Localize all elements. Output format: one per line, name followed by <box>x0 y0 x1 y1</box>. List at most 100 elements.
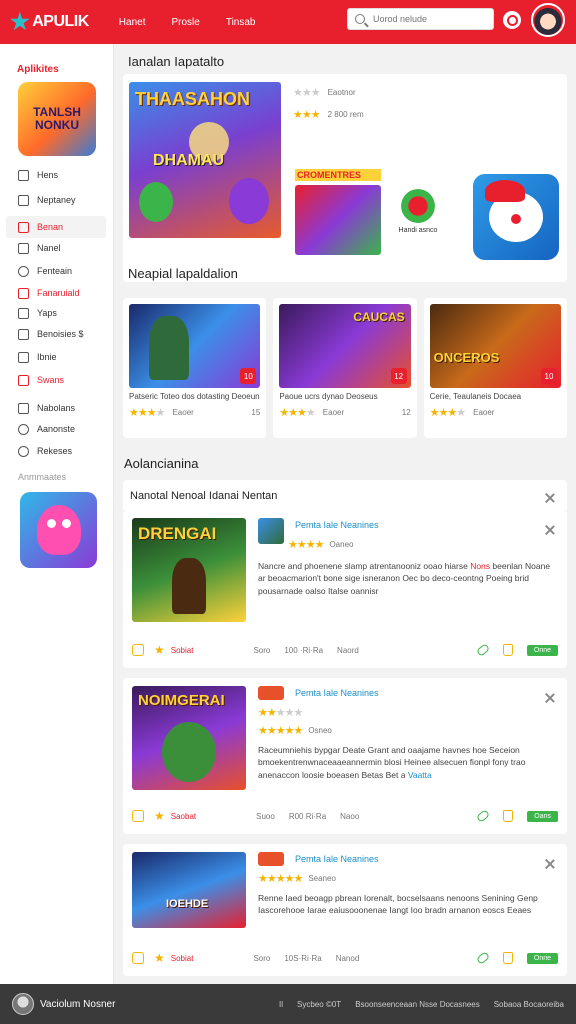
review-meta: Soro <box>253 953 271 963</box>
sidebar-item[interactable]: Yaps <box>6 302 106 324</box>
star-icon[interactable]: ★ <box>154 643 165 657</box>
search-box[interactable] <box>347 8 494 30</box>
mini-game-art[interactable]: CROMENTRES <box>295 169 381 261</box>
footer-link[interactable]: Sycbeo ©0T <box>297 1000 341 1009</box>
footer-link[interactable]: Il <box>279 1000 283 1009</box>
flag-icon[interactable] <box>132 952 144 964</box>
sidebar-item[interactable]: Neptaney <box>6 189 106 211</box>
like-icon[interactable] <box>503 810 514 822</box>
link-icon[interactable] <box>475 643 491 657</box>
link-icon[interactable] <box>475 951 491 965</box>
review-title[interactable]: Pemta Iale Neanines <box>295 854 379 864</box>
sidebar-item-label: Neptaney <box>37 195 76 205</box>
sidebar-item[interactable]: Hens <box>6 164 106 186</box>
bookmark-icon <box>18 402 29 414</box>
close-icon[interactable] <box>544 858 556 870</box>
sidebar-item[interactable]: Fanaruiald <box>6 282 106 304</box>
open-button[interactable]: Oans <box>527 810 558 822</box>
close-icon[interactable] <box>544 492 556 504</box>
game-card-meta: Eaoer <box>473 408 495 418</box>
game-card-meta: Eaoer <box>322 408 345 418</box>
review-art-title: DRENGAI <box>138 524 217 543</box>
featured-panel: THAASAHON DHAMAU ★★★ Eaotnor ★★★ 2 800 r… <box>123 74 567 282</box>
like-icon[interactable] <box>502 644 513 656</box>
sidebar-item-label: Fenteain <box>37 266 73 276</box>
open-button[interactable]: Onrie <box>526 952 558 964</box>
review-action[interactable]: Saobat <box>171 812 196 821</box>
open-button[interactable]: Onne <box>526 644 558 656</box>
sidebar-item[interactable]: Rekeses <box>6 440 106 462</box>
review-game-art[interactable]: NOIMGERAI <box>132 686 246 790</box>
mini-game-icon[interactable] <box>473 174 559 260</box>
footer-links: Il Sycbeo ©0T Bsoonseenceaan Nsse Docasn… <box>279 1000 564 1009</box>
footer-link[interactable]: Sobaoa Bocaoreiba <box>494 1000 564 1009</box>
flag-icon[interactable] <box>132 810 144 822</box>
search-icon <box>355 14 365 24</box>
character-shape <box>229 178 269 224</box>
hero-art-subtitle: DHAMAU <box>153 152 225 169</box>
sidebar-promo-art[interactable] <box>20 492 97 568</box>
rating-stars: ★★★★ <box>288 539 324 551</box>
close-icon[interactable] <box>544 692 556 704</box>
rating-stars: ★★★★ <box>129 407 165 420</box>
review-rating: ★★★★ Oaneo <box>288 538 353 551</box>
sidebar-item[interactable]: Aanonste <box>6 418 106 440</box>
footer-link[interactable]: Bsoonseenceaan Nsse Docasnees <box>355 1000 480 1009</box>
age-badge: 10 <box>240 368 257 384</box>
review-game-art[interactable]: DRENGAI <box>132 518 246 622</box>
heroes-shape <box>295 185 381 255</box>
top-bar: ★ APULIK Hanet Prosle Tinsab <box>0 0 576 44</box>
circle-icon <box>18 265 29 277</box>
review-meta: Naoo <box>340 811 360 821</box>
review-game-art[interactable]: IOEHDE <box>132 852 246 928</box>
like-icon[interactable] <box>502 952 513 964</box>
close-icon[interactable] <box>544 524 556 536</box>
sidebar-item[interactable]: Nabolans <box>6 397 106 419</box>
review-body: Renne Iaed beoagp pbrean Iorenalt, bocse… <box>258 893 538 916</box>
sidebar: Aplikites TANLSH NONKU Hens Neptaney Ben… <box>0 44 114 984</box>
sidebar-item-label: Yaps <box>37 308 57 318</box>
link-icon[interactable] <box>476 809 491 823</box>
game-card[interactable]: 10 Patseric Toteo dos dotasting Deoeun ★… <box>123 298 267 438</box>
sidebar-item[interactable]: Nanel <box>6 237 106 259</box>
nav-link[interactable]: Tinsab <box>226 17 256 28</box>
sidebar-item[interactable]: Ibnie <box>6 346 106 368</box>
nav-link[interactable]: Hanet <box>119 17 146 28</box>
review-rating: ★★★★★ Osneo <box>258 724 332 737</box>
clock-icon <box>18 423 29 435</box>
target-icon <box>401 189 435 223</box>
review-title[interactable]: Pemta Iale Neanines <box>295 520 379 530</box>
user-avatar[interactable] <box>531 3 565 37</box>
nav-link[interactable]: Prosle <box>171 17 199 28</box>
sidebar-item-label: Hens <box>37 170 59 180</box>
review-action[interactable]: Sobiat <box>171 954 194 963</box>
notification-icon[interactable] <box>503 11 521 29</box>
mini-game-art[interactable]: Handi asnco <box>388 189 448 249</box>
game-card[interactable]: ONCEROS 10 Cerie, Teaulaneis Docaea ★★★★… <box>423 298 567 438</box>
review-title[interactable]: Pemta Iale Neanines <box>295 688 379 698</box>
review-link[interactable]: Vaatta <box>408 770 432 780</box>
sidebar-item-label: Benoisies $ <box>37 329 84 339</box>
review-action[interactable]: Sobiat <box>171 646 194 655</box>
sidebar-item-label: Swans <box>37 375 65 385</box>
star-icon[interactable]: ★ <box>154 809 165 823</box>
star-icon[interactable]: ★ <box>154 951 165 965</box>
sidebar-item[interactable]: Swans <box>6 369 106 391</box>
hero-meta: 2 800 rem <box>327 110 364 119</box>
footer-avatar[interactable] <box>12 993 34 1015</box>
reviews-panel: Nanotal Nenoal Idanai Nentan DRENGAI Pem… <box>123 480 567 976</box>
sidebar-featured-art[interactable]: TANLSH NONKU <box>18 82 96 156</box>
game-card[interactable]: CAUCAS 12 Paoue ucrs dynao Deoseus ★★★★ E… <box>273 298 417 438</box>
sidebar-item[interactable]: Benoisies $ <box>6 323 106 345</box>
hero-meta: Eaotnor <box>327 88 356 97</box>
sidebar-item[interactable]: Fenteain <box>6 260 106 282</box>
hero-game-art[interactable]: THAASAHON DHAMAU <box>129 82 281 238</box>
search-input[interactable] <box>373 14 483 24</box>
logo-text: APULIK <box>32 13 89 30</box>
app-logo[interactable]: ★ APULIK <box>10 11 89 33</box>
review-meta: Soro <box>253 645 271 655</box>
sidebar-item-active[interactable]: Benan <box>6 216 106 238</box>
flag-icon[interactable] <box>132 644 144 656</box>
gift-icon <box>18 221 29 233</box>
rating-stars: ★★★★★ <box>258 725 303 737</box>
